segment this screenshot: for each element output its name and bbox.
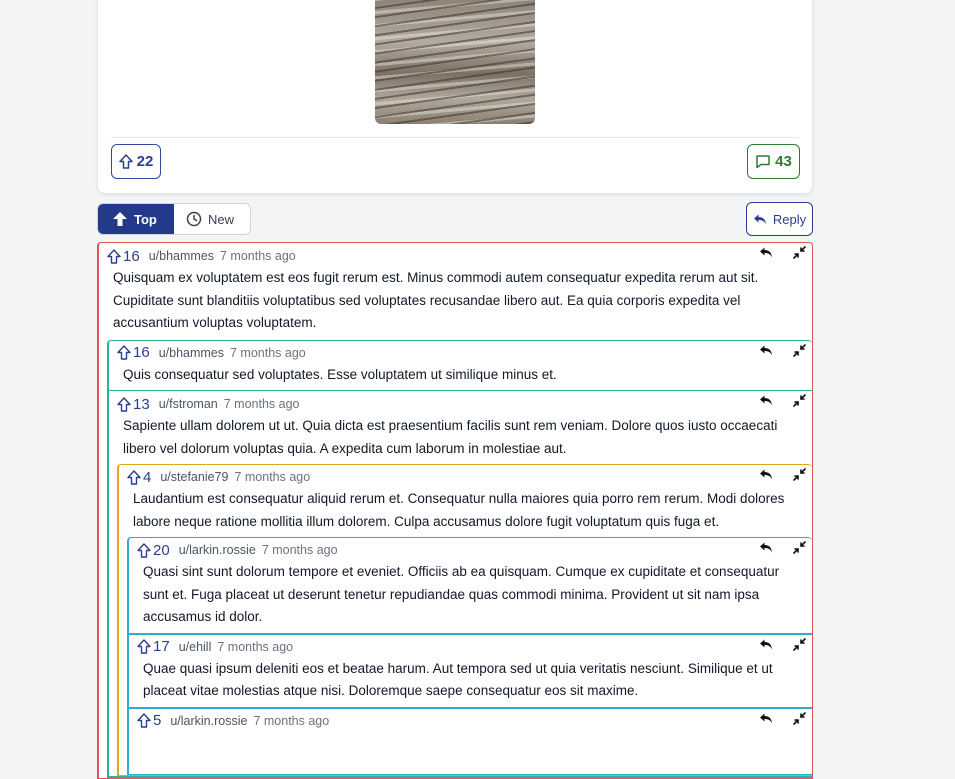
comment: 16 u/bhammes 7 months ago Quis consequat… bbox=[107, 339, 812, 778]
sort-new-button[interactable]: New bbox=[174, 204, 250, 234]
comment-header: 20 u/larkin.rossie 7 months ago bbox=[129, 538, 812, 561]
comment-replies: 16 u/bhammes 7 months ago Quis consequat… bbox=[107, 339, 812, 778]
collapse-icon[interactable] bbox=[793, 637, 806, 651]
collapse-icon[interactable] bbox=[793, 343, 806, 357]
collapse-icon[interactable] bbox=[793, 246, 806, 259]
comment-time: 7 months ago bbox=[253, 713, 330, 728]
comment-vote-count: 16 bbox=[133, 344, 150, 361]
comment: 4 u/stefanie79 7 months ago Laudantium e… bbox=[117, 464, 812, 776]
upvote-icon bbox=[118, 154, 133, 169]
reply-to-post-button[interactable]: Reply bbox=[746, 202, 813, 236]
reply-icon[interactable] bbox=[759, 638, 773, 651]
post-comment-count: 43 bbox=[775, 153, 792, 170]
comment-time: 7 months ago bbox=[220, 249, 296, 263]
comment-vote-count: 5 bbox=[153, 712, 162, 729]
collapse-icon[interactable] bbox=[793, 394, 806, 407]
comment-upvote[interactable]: 13 bbox=[117, 396, 150, 413]
comment-upvote[interactable]: 16 bbox=[117, 344, 150, 361]
reply-label: Reply bbox=[772, 211, 807, 227]
post-card: 22 43 bbox=[97, 0, 813, 194]
comment-body bbox=[129, 732, 812, 774]
comment: 17 u/ehill 7 months ago Quae quasi ipsum… bbox=[127, 633, 812, 708]
comment-header: 17 u/ehill 7 months ago bbox=[129, 635, 812, 658]
upvote-icon bbox=[137, 639, 151, 654]
comment: 20 u/larkin.rossie 7 months ago Quasi si… bbox=[127, 537, 812, 634]
sort-top-button[interactable]: Top bbox=[98, 204, 174, 234]
reply-icon bbox=[753, 213, 767, 226]
reply-icon[interactable] bbox=[759, 712, 773, 725]
upvote-icon bbox=[137, 713, 151, 728]
comment-body: Laudantium est consequatur aliquid rerum… bbox=[133, 491, 785, 529]
post-vote-count: 22 bbox=[136, 153, 154, 170]
comment-upvote[interactable]: 16 bbox=[107, 248, 140, 265]
comment-replies: 20 u/larkin.rossie 7 months ago Quasi si… bbox=[127, 537, 812, 775]
comment-replies: 4 u/stefanie79 7 months ago Laudantium e… bbox=[117, 464, 812, 776]
comment-author[interactable]: u/stefanie79 bbox=[160, 470, 228, 484]
comment-upvote[interactable]: 5 bbox=[137, 712, 161, 729]
post-upvote-button[interactable]: 22 bbox=[111, 144, 161, 179]
reply-icon[interactable] bbox=[759, 394, 773, 407]
comment-vote-count: 16 bbox=[123, 247, 140, 265]
comment-vote-count: 17 bbox=[153, 638, 170, 655]
upvote-icon bbox=[117, 396, 131, 412]
comment-header: 4 u/stefanie79 7 months ago bbox=[119, 465, 812, 488]
upvote-icon bbox=[137, 542, 151, 558]
comment-body: Quis consequatur sed voluptates. Esse vo… bbox=[123, 366, 557, 382]
reply-icon[interactable] bbox=[759, 246, 773, 259]
post-image[interactable] bbox=[375, 0, 535, 124]
comment-author[interactable]: u/larkin.rossie bbox=[170, 714, 247, 728]
comment-time: 7 months ago bbox=[217, 639, 294, 654]
comment-author[interactable]: u/larkin.rossie bbox=[179, 543, 256, 557]
comment-vote-count: 20 bbox=[153, 541, 170, 559]
comment-body: Quisquam ex voluptatem est eos fugit rer… bbox=[113, 270, 759, 330]
comment-header: 13 u/fstroman 7 months ago bbox=[109, 391, 812, 415]
clock-icon bbox=[186, 211, 202, 227]
upvote-icon bbox=[117, 345, 131, 360]
comment-body: Quasi sint sunt dolorum tempore et eveni… bbox=[143, 564, 780, 624]
comment-author[interactable]: u/bhammes bbox=[149, 249, 214, 263]
comment-upvote[interactable]: 20 bbox=[137, 542, 170, 559]
comment-upvote[interactable]: 17 bbox=[137, 638, 170, 655]
comment-time: 7 months ago bbox=[230, 345, 306, 360]
comment-author[interactable]: u/bhammes bbox=[159, 346, 224, 360]
reply-icon[interactable] bbox=[759, 468, 773, 481]
upvote-icon bbox=[127, 469, 141, 485]
comment-author[interactable]: u/fstroman bbox=[159, 397, 218, 411]
comment-header: 5 u/larkin.rossie 7 months ago bbox=[129, 709, 812, 732]
comment-thread: 16 u/bhammes 7 months ago Quisquam ex vo… bbox=[97, 242, 813, 779]
collapse-icon[interactable] bbox=[793, 541, 806, 554]
comment: 13 u/fstroman 7 months ago Sapiente ulla… bbox=[109, 390, 812, 777]
comment-header: 16 u/bhammes 7 months ago bbox=[109, 341, 812, 364]
comment-vote-count: 13 bbox=[133, 395, 150, 413]
comment-body: Sapiente ullam dolorem ut ut. Quia dicta… bbox=[123, 418, 778, 456]
collapse-icon[interactable] bbox=[793, 468, 806, 481]
comment-time: 7 months ago bbox=[234, 470, 311, 484]
comment-time: 7 months ago bbox=[261, 543, 338, 557]
sort-new-label: New bbox=[208, 211, 235, 227]
comment-header: 16 u/bhammes 7 months ago bbox=[99, 243, 812, 267]
collapse-icon[interactable] bbox=[793, 711, 806, 725]
reply-icon[interactable] bbox=[759, 344, 773, 357]
comment-body: Quae quasi ipsum deleniti eos et beatae … bbox=[143, 660, 773, 699]
divider bbox=[111, 137, 799, 138]
comment-upvote[interactable]: 4 bbox=[127, 469, 151, 486]
reply-icon[interactable] bbox=[759, 541, 773, 554]
comment-author[interactable]: u/ehill bbox=[179, 640, 212, 654]
comment-sort-toggle: Top New bbox=[97, 203, 251, 235]
comment-time: 7 months ago bbox=[223, 397, 300, 411]
arrow-up-icon bbox=[112, 211, 128, 227]
sort-top-label: Top bbox=[134, 211, 157, 227]
comment-vote-count: 4 bbox=[143, 468, 152, 486]
comment: 5 u/larkin.rossie 7 months ago bbox=[127, 707, 812, 775]
post-comments-button[interactable]: 43 bbox=[747, 144, 800, 179]
upvote-icon bbox=[107, 248, 121, 264]
comment-icon bbox=[755, 154, 771, 169]
comment: 16 u/bhammes 7 months ago Quisquam ex vo… bbox=[97, 242, 813, 779]
